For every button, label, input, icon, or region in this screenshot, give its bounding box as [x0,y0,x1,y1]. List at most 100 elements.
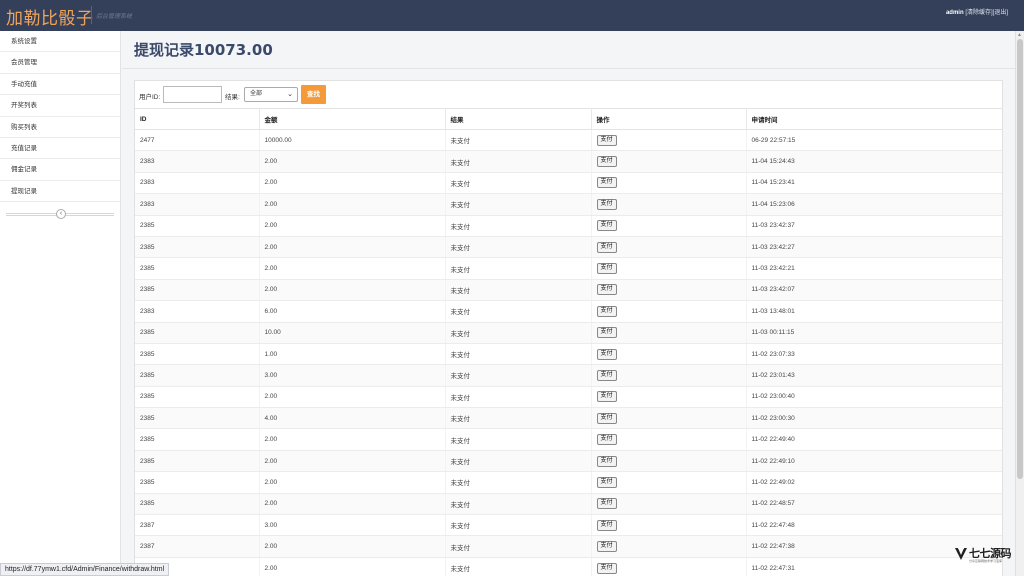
cell-action: 支付 [591,450,747,473]
sidebar-item[interactable]: 佣金记录 [0,159,120,181]
pay-button[interactable]: 支付 [596,498,617,510]
cell-amount: 6.00 [259,300,446,323]
pay-button[interactable]: 支付 [596,305,617,317]
cell-amount: 3.00 [259,364,446,387]
cell-action: 支付 [591,215,747,237]
user-id-label: 用户ID: [139,94,161,101]
pay-button[interactable]: 支付 [596,241,617,253]
result-select[interactable]: 全部 ⌄ [244,87,298,102]
cell-time: 11-03 23:42:07 [746,279,1002,302]
withdraw-panel: 用户ID: 结果: 全部 ⌄ 查找 ID 金额 结果 操作 申请时间 2477 1… [134,80,1003,576]
sidebar-item[interactable]: 手动充值 [0,74,120,96]
search-button[interactable]: 查找 [301,85,326,104]
sidebar-item[interactable]: 开奖列表 [0,95,120,117]
cell-result: 未支付 [445,428,592,451]
clear-cache-link[interactable]: [清除缓存] [965,10,992,16]
cell-action: 支付 [591,407,747,430]
cell-action: 支付 [591,386,747,409]
table-row: 2385 2.00 未支付 支付 11-02 22:49:02 [135,471,1002,494]
cell-action: 支付 [591,557,747,576]
brand-logo[interactable]: 加勒比骰子 [6,4,94,29]
cell-action: 支付 [591,150,747,173]
pay-button[interactable]: 支付 [596,198,617,210]
sidebar-item[interactable]: 购买列表 [0,117,120,138]
col-header-id: ID [135,108,260,130]
cell-result: 未支付 [445,450,592,473]
cell-id: 2385 [135,322,260,344]
pay-button[interactable]: 支付 [596,391,617,403]
brand-divider [91,6,92,24]
cell-result: 未支付 [445,493,592,516]
cell-time: 06-29 22:57:15 [746,129,1002,152]
username: admin [945,10,964,16]
pay-button[interactable]: 支付 [596,541,617,553]
table-row: 2383 6.00 未支付 支付 11-03 13:48:01 [135,300,1002,323]
cell-id: 2385 [135,236,260,259]
cell-amount: 2.00 [259,236,446,259]
cell-result: 未支付 [445,279,592,302]
cell-id: 2383 [135,150,260,173]
pay-button[interactable]: 支付 [596,156,617,168]
pay-button[interactable]: 支付 [596,412,617,424]
user-id-input[interactable] [163,86,222,103]
table-row: 2477 10000.00 未支付 支付 06-29 22:57:15 [135,129,1002,152]
cell-action: 支付 [591,493,747,516]
cell-id: 2383 [135,172,260,195]
pay-button[interactable]: 支付 [596,263,617,275]
pay-button[interactable]: 支付 [596,134,617,146]
pay-button[interactable]: 支付 [596,476,617,488]
withdraw-table: ID 金额 结果 操作 申请时间 2477 10000.00 未支付 支付 06-29 … [135,108,1002,576]
page-title: 提现记录10073.00 [134,41,273,59]
cell-amount: 10.00 [259,322,446,344]
cell-amount: 2.00 [259,535,446,558]
cell-amount: 2.00 [259,150,446,173]
table-row: 2387 2.00 未支付 支付 11-02 22:47:38 [135,535,1002,558]
sidebar-item[interactable]: 系统设置 [0,31,120,53]
pay-button[interactable]: 支付 [596,434,617,446]
scroll-up-arrow-icon[interactable]: ▲ [1017,32,1022,38]
table-row: 2385 2.00 未支付 支付 11-03 23:42:27 [135,236,1002,259]
sidebar-item[interactable]: 提现记录 [0,181,120,203]
pay-button[interactable]: 支付 [596,284,617,296]
cell-amount: 2.00 [259,193,446,216]
cell-action: 支付 [591,343,747,366]
table-row: 2385 10.00 未支付 支付 11-03 00:11:15 [135,322,1002,344]
cell-action: 支付 [591,172,747,195]
table-row: 2385 4.00 未支付 支付 11-02 23:00:30 [135,407,1002,430]
cell-result: 未支付 [445,514,592,537]
pay-button[interactable]: 支付 [596,519,617,531]
scroll-thumb[interactable] [1017,39,1023,479]
sidebar-collapse-bar: ‹ [0,206,120,222]
title-divider [122,68,1015,69]
table-row: 2385 2.00 未支付 支付 11-02 22:49:10 [135,450,1002,473]
table-row: 2387 3.00 未支付 支付 11-02 22:47:48 [135,514,1002,537]
pay-button[interactable]: 支付 [596,369,617,381]
cell-amount: 2.00 [259,172,446,195]
sidebar-item[interactable]: 充值记录 [0,138,120,160]
cell-amount: 10000.00 [259,129,446,152]
logout-link[interactable]: [退出] [993,10,1008,16]
cell-id: 2385 [135,215,260,237]
sidebar-item[interactable]: 会员管理 [0,52,120,74]
collapse-chevron-left-icon[interactable]: ‹ [56,209,66,220]
pay-button[interactable]: 支付 [596,177,617,189]
chevron-down-icon: ⌄ [287,91,293,98]
table-row: 2383 2.00 未支付 支付 11-04 15:24:43 [135,150,1002,173]
v-logo-icon [955,547,967,560]
cell-result: 未支付 [445,172,592,195]
pay-button[interactable]: 支付 [596,562,617,574]
result-select-value: 全部 [250,91,263,97]
cell-result: 未支付 [445,150,592,173]
pay-button[interactable]: 支付 [596,327,617,339]
table-row: 2385 2.00 未支付 支付 11-03 23:42:37 [135,215,1002,237]
cell-amount: 2.00 [259,215,446,237]
pay-button[interactable]: 支付 [596,348,617,360]
cell-time: 11-04 15:24:43 [746,150,1002,173]
cell-result: 未支付 [445,193,592,216]
pay-button[interactable]: 支付 [596,220,617,232]
cell-time: 11-02 22:47:48 [746,514,1002,537]
cell-id: 2385 [135,279,260,302]
pay-button[interactable]: 支付 [596,455,617,467]
page-scrollbar[interactable]: ▲ [1015,31,1024,576]
cell-amount: 1.00 [259,343,446,366]
